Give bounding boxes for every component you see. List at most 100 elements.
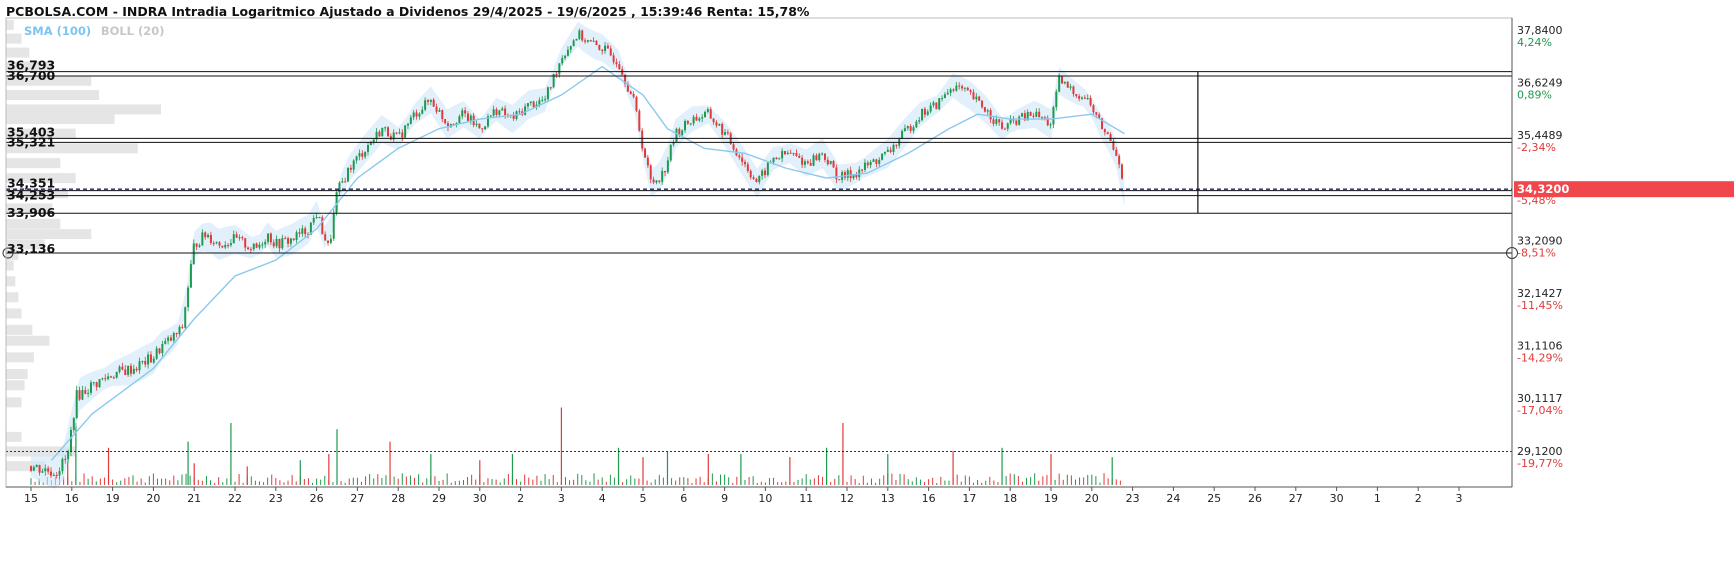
candle-body bbox=[838, 179, 841, 181]
candle-body bbox=[218, 242, 221, 246]
candle-body bbox=[881, 153, 884, 160]
candle-body bbox=[441, 110, 444, 120]
candle-body bbox=[409, 117, 412, 124]
candle-body bbox=[872, 159, 875, 162]
candle-body bbox=[992, 119, 995, 124]
candle-body bbox=[349, 167, 352, 170]
right-axis-percent: 0,89% bbox=[1517, 89, 1552, 102]
candle-body bbox=[666, 160, 669, 173]
volume-profile-bar bbox=[6, 47, 30, 58]
candle-body bbox=[381, 127, 384, 137]
candle-body bbox=[209, 234, 212, 244]
x-tick-label: 19 bbox=[1044, 492, 1058, 505]
time-axis[interactable]: 15 16 19 20 21 22 23 26 27 28 29 30 2 3 4 5 6 9 10 11 12 13 16… bbox=[24, 487, 1463, 505]
candle-body bbox=[738, 155, 741, 158]
candle-body bbox=[504, 108, 507, 116]
candle-body bbox=[549, 87, 552, 89]
candle-body bbox=[749, 170, 752, 178]
candle-body bbox=[464, 110, 467, 114]
candle-body bbox=[398, 132, 401, 134]
candle-body bbox=[312, 218, 315, 223]
candle-body bbox=[469, 115, 472, 121]
indicator-legend[interactable]: SMA (100) BOLL (20) bbox=[24, 24, 165, 38]
candle-body bbox=[107, 376, 110, 379]
candle-body bbox=[1006, 123, 1009, 129]
candle-body bbox=[886, 149, 889, 152]
candle-body bbox=[875, 159, 878, 164]
volume-profile-bar bbox=[6, 229, 92, 240]
sma-legend[interactable]: SMA (100) bbox=[24, 24, 91, 38]
volume-profile-bar bbox=[6, 218, 61, 229]
x-tick-label: 17 bbox=[962, 492, 976, 505]
candle-body bbox=[98, 379, 101, 388]
candle-body bbox=[564, 55, 567, 59]
x-tick-label: 26 bbox=[310, 492, 324, 505]
candle-body bbox=[981, 100, 984, 108]
candle-body bbox=[61, 458, 64, 472]
candle-body bbox=[501, 108, 504, 111]
candle-body bbox=[121, 366, 124, 370]
candle-body bbox=[946, 92, 949, 95]
x-tick-label: 5 bbox=[640, 492, 647, 505]
candle-body bbox=[572, 40, 575, 47]
x-tick-label: 2 bbox=[517, 492, 524, 505]
x-tick-label: 11 bbox=[799, 492, 813, 505]
candle-body bbox=[235, 234, 238, 238]
candle-body bbox=[484, 126, 487, 130]
candle-body bbox=[241, 237, 244, 239]
candle-body bbox=[601, 49, 604, 52]
candle-body bbox=[1049, 124, 1052, 126]
candle-body bbox=[592, 40, 595, 42]
candle-body bbox=[261, 244, 264, 246]
candle-body bbox=[532, 101, 535, 108]
candle-body bbox=[712, 118, 715, 123]
candle-body bbox=[138, 361, 141, 371]
price-chart[interactable]: 36,79336,70035,40335,32134,35134,25333,9… bbox=[0, 0, 1736, 562]
candle-body bbox=[664, 170, 667, 173]
right-price-axis[interactable]: 37,84004,24%36,62490,89%35,4489-2,34%34,… bbox=[1517, 24, 1563, 470]
candle-body bbox=[632, 93, 635, 97]
candle-body bbox=[424, 100, 427, 110]
boll-legend[interactable]: BOLL (20) bbox=[101, 24, 165, 38]
candle-body bbox=[498, 110, 501, 115]
x-tick-label: 16 bbox=[65, 492, 79, 505]
level-label: 33,906 bbox=[7, 205, 56, 220]
candle-body bbox=[721, 124, 724, 135]
candle-body bbox=[692, 116, 695, 124]
candle-body bbox=[961, 86, 964, 89]
candle-body bbox=[141, 360, 144, 362]
volume-profile-bar bbox=[6, 276, 16, 287]
candle-body bbox=[118, 366, 121, 372]
candle-body bbox=[566, 49, 569, 56]
x-tick-label: 24 bbox=[1166, 492, 1180, 505]
candle-body bbox=[975, 96, 978, 100]
candle-body bbox=[215, 242, 218, 244]
candle-body bbox=[638, 110, 641, 131]
candle-body bbox=[963, 87, 966, 89]
right-axis-percent: -11,45% bbox=[1517, 299, 1563, 312]
candle-body bbox=[658, 180, 661, 182]
candle-body bbox=[292, 238, 295, 240]
candle-body bbox=[461, 110, 464, 117]
x-tick-label: 10 bbox=[758, 492, 772, 505]
bollinger-band bbox=[31, 21, 1125, 489]
candle-body bbox=[815, 155, 818, 161]
candle-body bbox=[1041, 117, 1044, 119]
x-tick-label: 23 bbox=[269, 492, 283, 505]
volume-profile-bar bbox=[6, 19, 14, 30]
candle-body bbox=[829, 160, 832, 165]
candle-body bbox=[958, 85, 961, 87]
candle-body bbox=[915, 121, 918, 128]
candle-body bbox=[1072, 86, 1075, 95]
candle-body bbox=[169, 337, 172, 341]
candle-body bbox=[641, 130, 644, 149]
candle-body bbox=[255, 243, 258, 248]
x-tick-label: 18 bbox=[1003, 492, 1017, 505]
candle-body bbox=[943, 94, 946, 99]
candle-body bbox=[1058, 75, 1061, 92]
candle-body bbox=[492, 109, 495, 116]
candle-body bbox=[575, 38, 578, 41]
candle-body bbox=[1066, 81, 1069, 88]
candle-body bbox=[315, 217, 318, 219]
candle-body bbox=[289, 238, 292, 244]
